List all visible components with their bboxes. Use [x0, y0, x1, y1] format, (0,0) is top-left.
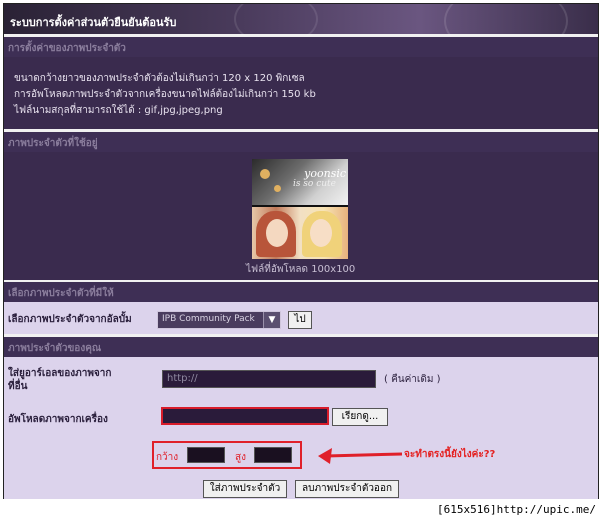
upload-label: อัพโหลดภาพจากเครื่อง [8, 414, 108, 425]
width-label: กว้าง [156, 452, 179, 463]
width-input[interactable] [187, 447, 225, 463]
remove-avatar-button[interactable]: ลบภาพประจำตัวออก [295, 480, 399, 498]
title-bar: ระบบการตั้งค่าส่วนตัวยืนยันต้อนรับ [4, 4, 598, 58]
gallery-label: เลือกภาพประจำตัวจากอัลบั้ม [8, 314, 132, 325]
file-upload-input[interactable] [161, 407, 329, 425]
height-input[interactable] [254, 447, 292, 463]
height-label: สูง [235, 452, 246, 463]
go-button[interactable]: ไป [288, 311, 312, 329]
arrow-head [318, 448, 332, 464]
image-watermark: [615x516]http://upic.me/ [437, 503, 596, 516]
chevron-down-icon[interactable]: ▼ [263, 312, 280, 328]
footer-bar: [615x516]http://upic.me/ [0, 499, 600, 522]
avatar-settings-window: ระบบการตั้งค่าส่วนตัวยืนยันต้อนรับ การตั… [3, 3, 599, 501]
section-title: ภาพประจำตัวที่ใช้อยู่ [8, 138, 98, 149]
arrow-shaft [325, 452, 403, 458]
page-title: ระบบการตั้งค่าส่วนตัวยืนยันต้อนรับ [10, 16, 177, 29]
section-title: ภาพประจำตัวของคุณ [8, 343, 102, 354]
gallery-select[interactable]: IPB Community Pack ▼ [157, 311, 281, 329]
person-face [266, 219, 288, 247]
save-avatar-button[interactable]: ใส่ภาพประจำตัว [203, 480, 287, 498]
bokeh-dot [260, 169, 270, 179]
reset-link[interactable]: ( คืนค่าเดิม ) [384, 372, 441, 387]
url-label: ใส่ยูอาร์เอลของภาพจากที่อื่น [8, 368, 112, 392]
red-arrow-icon [318, 448, 403, 464]
section-header-current: ภาพประจำตัวที่ใช้อยู่ [4, 132, 598, 152]
gallery-select-value: IPB Community Pack [162, 314, 255, 324]
current-avatar-image: yoonsic is so cute [252, 159, 348, 259]
browse-button[interactable]: เรียกดู... [332, 408, 388, 426]
section-header-own: ภาพประจำตัวของคุณ [4, 337, 598, 357]
annotation-note: จะทำตรงนี้ยังไงค่ะ?? [404, 449, 496, 460]
section-header-settings: การตั้งค่าของภาพประจำตัว [4, 37, 598, 57]
avatar-watermark: is so cute [292, 179, 336, 189]
person-face [310, 219, 332, 247]
info-line: การอัพโหลดภาพประจำตัวจากเครื่องขนาดไฟล์ต… [14, 89, 316, 100]
info-line: ขนาดกว้างยาวของภาพประจำตัวต้องไม่เกินกว่… [14, 73, 305, 84]
section-title: การตั้งค่าของภาพประจำตัว [8, 43, 126, 54]
info-line: ไฟล์นามสกุลที่สามารถใช้ได้ : gif,jpg,jpe… [14, 105, 223, 116]
avatar-caption: ไฟล์ที่อัพโหลด 100x100 [246, 264, 356, 275]
section-header-choose: เลือกภาพประจำตัวที่มีให้ [4, 282, 598, 302]
url-input[interactable]: http:// [162, 370, 376, 388]
section-title: เลือกภาพประจำตัวที่มีให้ [8, 288, 114, 299]
bokeh-dot [274, 185, 281, 192]
info-panel: ขนาดกว้างยาวของภาพประจำตัวต้องไม่เกินกว่… [4, 57, 598, 129]
